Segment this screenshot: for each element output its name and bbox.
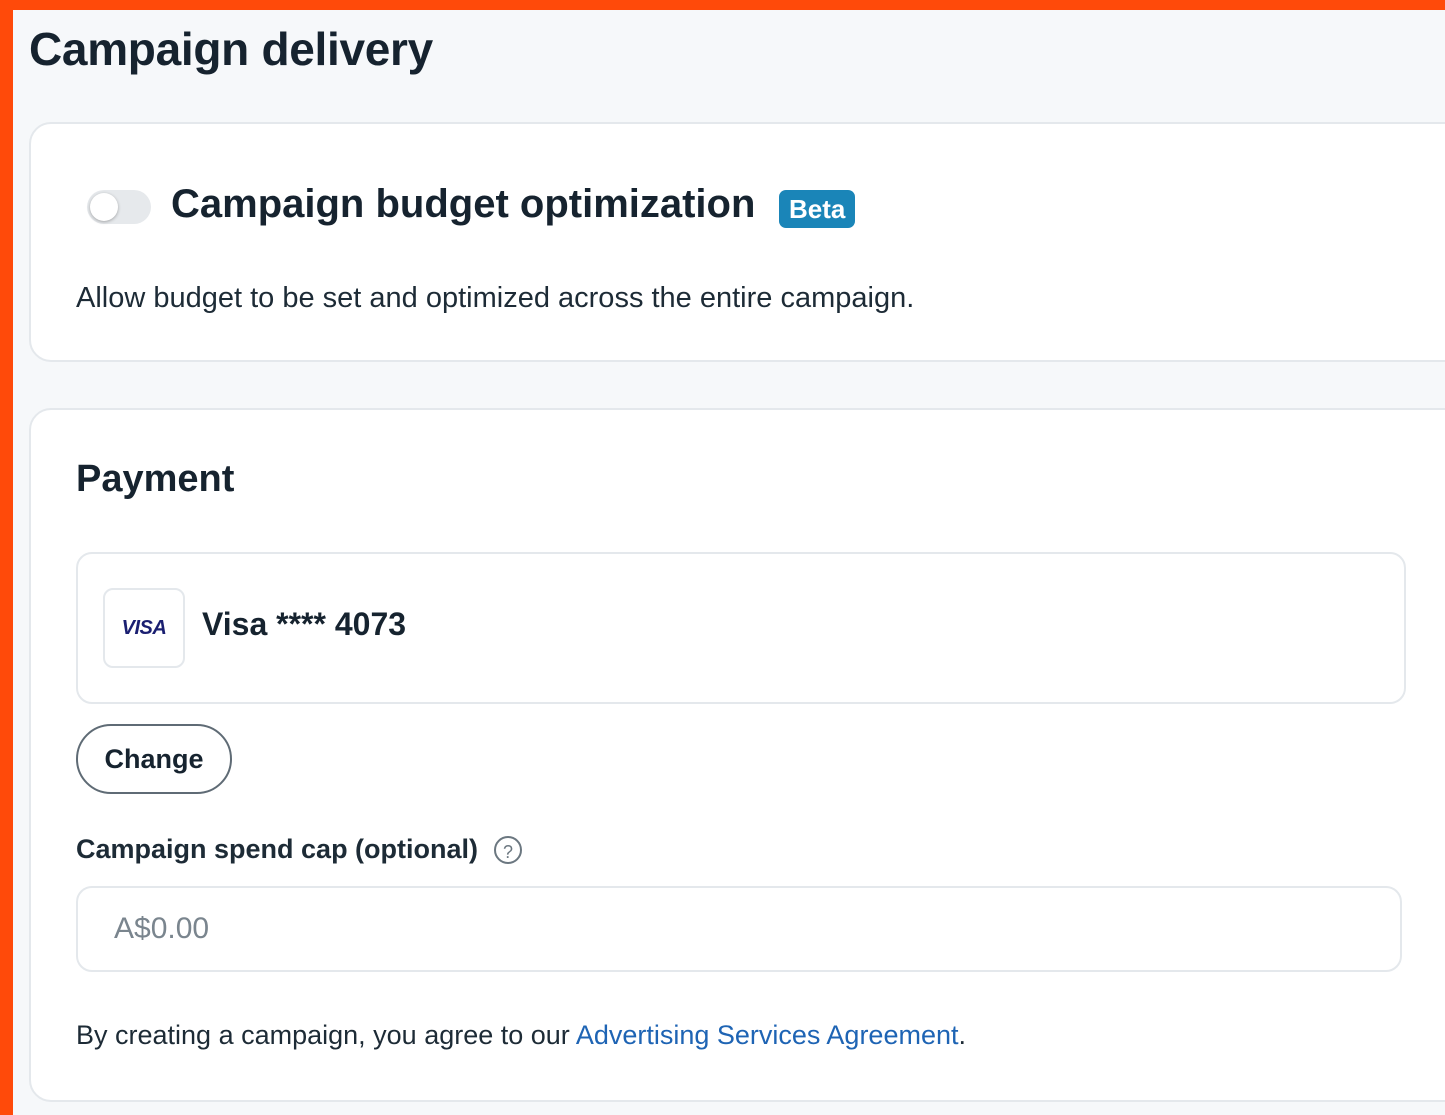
page-title: Campaign delivery <box>29 23 433 75</box>
payment-title: Payment <box>76 458 235 500</box>
cbo-title: Campaign budget optimization <box>171 182 756 226</box>
spend-cap-input[interactable] <box>76 886 1402 972</box>
toggle-knob <box>90 193 118 221</box>
cbo-description: Allow budget to be set and optimized acr… <box>76 282 915 314</box>
spend-cap-label-row: Campaign spend cap (optional) ? <box>76 834 523 865</box>
spend-cap-label: Campaign spend cap (optional) <box>76 834 479 864</box>
agreement-text: By creating a campaign, you agree to our… <box>76 1020 966 1051</box>
payment-method: VISA Visa **** 4073 <box>76 552 1406 704</box>
cbo-toggle[interactable] <box>87 190 151 224</box>
card-label: Visa **** 4073 <box>202 606 407 642</box>
advertising-agreement-link[interactable]: Advertising Services Agreement <box>576 1020 959 1050</box>
cbo-card: Campaign budget optimization Beta Allow … <box>29 122 1445 362</box>
visa-logo-icon: VISA <box>103 588 185 668</box>
agreement-suffix: . <box>958 1020 967 1050</box>
question-circle-icon[interactable]: ? <box>494 835 523 864</box>
beta-badge: Beta <box>779 190 856 228</box>
change-button[interactable]: Change <box>76 724 232 794</box>
page-container: Campaign delivery Campaign budget optimi… <box>13 10 1445 1115</box>
agreement-prefix: By creating a campaign, you agree to our <box>76 1020 576 1050</box>
payment-card: Payment VISA Visa **** 4073 Change Campa… <box>29 408 1445 1102</box>
